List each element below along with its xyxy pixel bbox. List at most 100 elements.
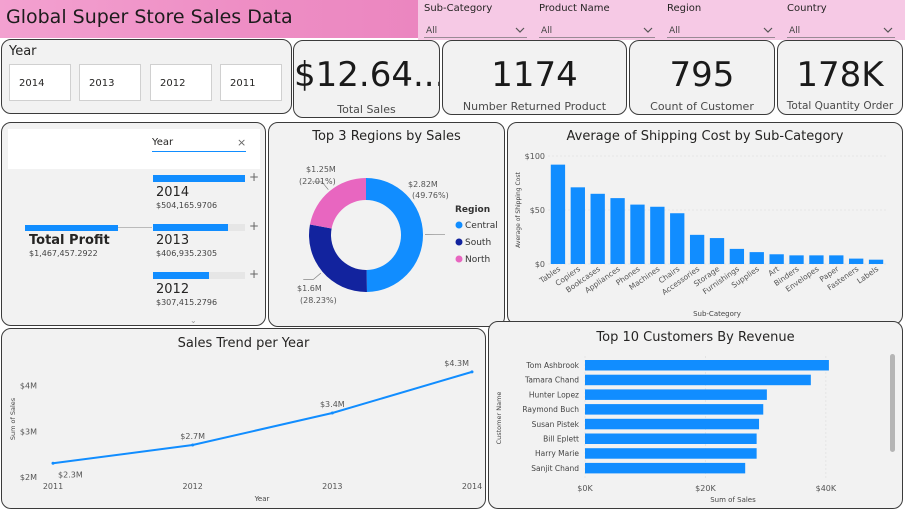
root-bar[interactable] (25, 225, 118, 231)
node-label: 2013 (156, 233, 190, 248)
node-bar[interactable] (153, 272, 209, 279)
page-title: Global Super Store Sales Data (6, 6, 293, 28)
scroll-down-icon[interactable]: ⌄ (190, 316, 197, 325)
kpi-value: 178K (796, 55, 884, 95)
filter-country[interactable]: Country All (781, 0, 901, 40)
customer-bar (585, 433, 757, 444)
scrollbar[interactable] (890, 354, 895, 452)
x-tick-label: 2011 (43, 482, 63, 491)
y-tick-label: Hunter Lopez (529, 390, 579, 399)
chevron-down-icon[interactable] (763, 25, 773, 35)
x-tick-label: 2014 (462, 482, 482, 491)
customer-bar (585, 448, 757, 459)
bar-binders (789, 255, 804, 264)
y-tick-label: Susan Pistek (532, 420, 580, 429)
kpi-value: 795 (669, 55, 735, 95)
node-bar[interactable] (153, 224, 228, 231)
legend-entry: South (465, 238, 491, 248)
bar-storage (709, 238, 725, 264)
x-tick-label: 2012 (182, 482, 202, 491)
y-tick-label: Tom Ashbrook (525, 361, 579, 370)
filter-sub-category[interactable]: Sub-Category All (418, 0, 533, 40)
customer-bar (585, 462, 746, 474)
node-bar[interactable] (153, 175, 245, 182)
y-tick-label: $0 (535, 260, 545, 269)
data-label: $2.82M (408, 180, 438, 189)
chevron-down-icon[interactable] (515, 25, 525, 35)
bar-machines (650, 206, 665, 264)
filter-product-name[interactable]: Product Name All (533, 0, 661, 40)
y-axis-title: Average of Shipping Cost (515, 172, 522, 248)
y-axis-title: Sum of Sales (9, 397, 17, 440)
year-option-2012[interactable]: 2012 (150, 64, 212, 101)
filter-region[interactable]: Region All (661, 0, 781, 40)
data-label: $4.3M (444, 359, 469, 368)
slicer-title: Year (9, 44, 37, 59)
kpi-label: Count of Customer (650, 100, 754, 113)
root-label: Total Profit (29, 233, 110, 248)
filter-label: Product Name (539, 3, 610, 14)
node-value: $406,935.2305 (156, 249, 218, 258)
sales-trend-chart: $2M $3M $4M $2.3M 2011 $2.7M 2012 $3.4M 2013 $4.3… (9, 359, 482, 503)
breakdown-field-label: Year (152, 137, 174, 148)
bar-chairs (670, 213, 685, 264)
expand-plus-icon[interactable]: + (249, 170, 259, 184)
y-tick-label: $50 (530, 206, 545, 215)
close-icon[interactable]: × (237, 136, 246, 149)
filter-value: All (789, 26, 801, 36)
legend-marker (455, 238, 463, 246)
x-tick-label: 2013 (322, 482, 342, 491)
year-option-2013[interactable]: 2013 (79, 64, 141, 101)
bar-copiers (570, 187, 585, 264)
decomposition-tree: Year × Total Profit $1,467,457.2922 + 20… (1, 122, 266, 326)
expand-plus-icon[interactable]: + (249, 267, 259, 281)
y-tick-label: $100 (525, 152, 545, 161)
data-label: $1.25M (306, 165, 336, 174)
kpi-card-total-sales: $12.64... Total Sales (293, 40, 440, 118)
x-axis-title: Sub-Category (693, 310, 741, 318)
filter-value: All (669, 26, 681, 36)
node-value: $307,415.2796 (156, 298, 218, 307)
title-bar: Global Super Store Sales Data (0, 0, 418, 38)
data-label-percent: (49.76%) (412, 191, 449, 200)
y-tick-label: Sanjit Chand (531, 464, 579, 473)
filter-label: Country (787, 3, 827, 14)
y-tick-label: Tamara Chand (524, 376, 579, 385)
shipping-cost-chart: $0$50$100TablesCopiersBookcasesAppliance… (515, 152, 886, 318)
expand-plus-icon[interactable]: + (249, 219, 259, 233)
kpi-label: Number Returned Product (462, 100, 607, 113)
y-tick-label: Bill Eplett (543, 435, 579, 444)
legend-marker (455, 255, 463, 263)
data-label: $3.4M (320, 400, 345, 409)
node-label: 2012 (156, 282, 190, 297)
customer-bar (585, 404, 764, 415)
y-tick-label: $2M (20, 473, 37, 482)
x-tick-label: $0K (577, 484, 593, 493)
year-option-2014[interactable]: 2014 (9, 64, 71, 101)
year-option-2011[interactable]: 2011 (220, 64, 282, 101)
bar-labels (868, 259, 884, 264)
root-value: $1,467,457.2922 (29, 249, 98, 258)
leader-line (303, 272, 322, 280)
filter-value: All (426, 26, 438, 36)
kpi-value: 1174 (491, 55, 578, 95)
customer-bar (585, 389, 767, 400)
bar-paper (829, 255, 844, 264)
bar-appliances (610, 198, 625, 264)
chevron-down-icon[interactable] (883, 25, 893, 35)
chevron-down-icon[interactable] (643, 25, 653, 35)
x-tick-label: $20K (695, 484, 716, 493)
legend-title: Region (455, 205, 490, 215)
kpi-label: Total Sales (337, 103, 396, 116)
data-label: $2.3M (58, 470, 83, 479)
donut-slice-south (309, 224, 367, 292)
data-label: $2.7M (180, 432, 205, 441)
donut-chart: $2.82M (49.76%) $1.6M (28.23%) $1.25M (22.01%… (297, 165, 498, 305)
bar-envelopes (809, 255, 824, 264)
bar-supplies (749, 252, 764, 264)
customer-bar (585, 374, 811, 386)
shipping-cost-card: Average of Shipping Cost by Sub-Category… (507, 122, 903, 325)
filter-label: Sub-Category (424, 3, 493, 14)
y-tick-label: Harry Marie (535, 449, 579, 458)
kpi-value: $12.64... (294, 55, 440, 95)
